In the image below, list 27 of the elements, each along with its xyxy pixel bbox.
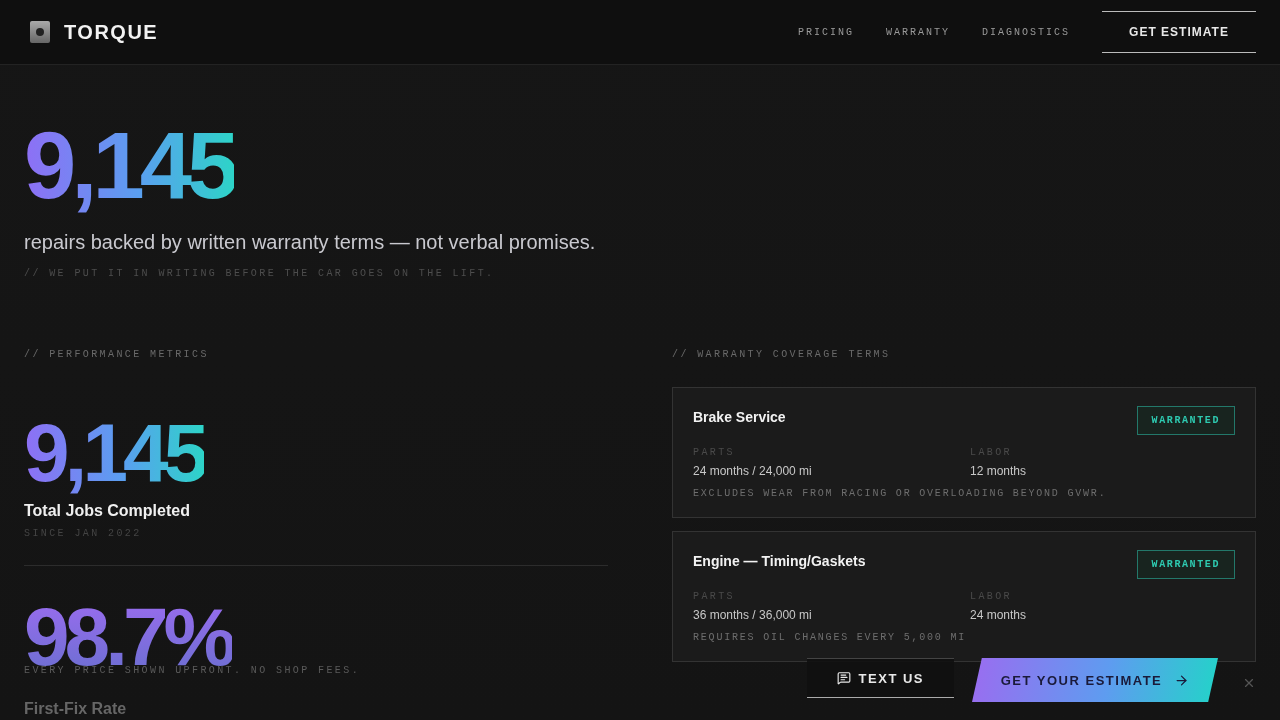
term-value: 24 months / 24,000 mi	[693, 464, 813, 478]
get-estimate-button[interactable]: GET ESTIMATE	[1102, 11, 1256, 53]
bar-note: EVERY PRICE SHOWN UPFRONT. NO SHOP FEES.	[24, 665, 362, 676]
card-title: Engine — Timing/Gaskets	[693, 553, 866, 569]
close-icon[interactable]	[1242, 676, 1256, 690]
card-note: EXCLUDES WEAR FROM RACING OR OVERLOADING BEYOND GVWR.	[693, 488, 1108, 499]
term-value: 36 months / 36,000 mi	[693, 608, 813, 622]
brand-name: TORQUE	[64, 20, 159, 44]
text-us-button[interactable]: TEXT US	[806, 658, 954, 698]
metric-label: Total Jobs Completed	[24, 502, 191, 520]
metric-label: First-Fix Rate	[24, 700, 128, 718]
chat-icon	[836, 671, 851, 685]
nav-link[interactable]: PRICING	[797, 26, 854, 38]
hero-subtitle: repairs backed by written warranty terms — not verbal promises.	[24, 231, 597, 254]
arrow-right-icon	[1174, 672, 1190, 688]
term-value: 12 months	[970, 464, 1028, 478]
card-note: REQUIRES OIL CHANGES EVERY 5,000 MI	[693, 632, 968, 643]
card-title: Brake Service	[693, 409, 786, 425]
nav-link[interactable]: DIAGNOSTICS	[982, 26, 1070, 38]
term-value: 24 months	[970, 608, 1028, 622]
nav-link[interactable]: WARRANTY	[885, 26, 950, 38]
status-badge: WARRANTED	[1136, 550, 1235, 579]
get-your-estimate-button[interactable]: GET YOUR ESTIMATE	[972, 658, 1218, 702]
section-heading: // PERFORMANCE METRICS	[24, 349, 210, 360]
status-badge: WARRANTED	[1136, 406, 1235, 435]
logo-icon	[30, 21, 50, 43]
section-heading: // WARRANTY COVERAGE TERMS	[672, 349, 892, 360]
